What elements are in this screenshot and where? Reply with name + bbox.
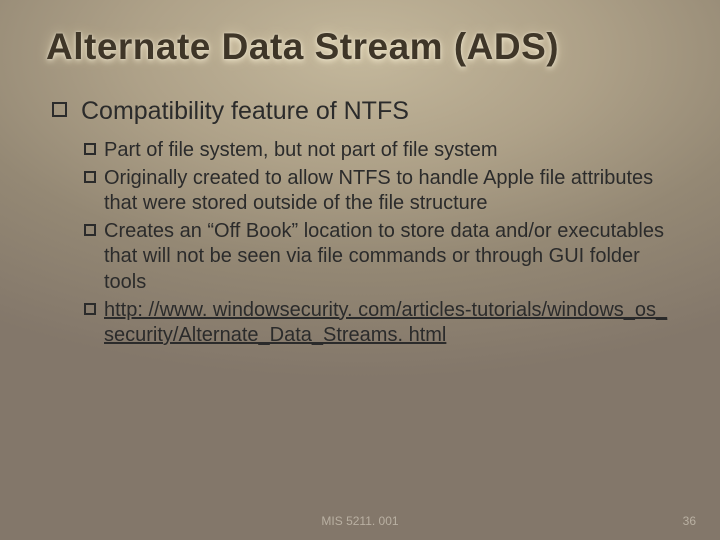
bullet-level1-text: Compatibility feature of NTFS: [81, 96, 409, 126]
bullet-level2-group: Part of file system, but not part of fil…: [84, 138, 674, 349]
bullet-level1: Compatibility feature of NTFS: [52, 96, 674, 126]
square-bullet-icon: [52, 102, 67, 117]
bullet-level2-text: Creates an “Off Book” location to store …: [104, 219, 674, 296]
bullet-level2-text: Part of file system, but not part of fil…: [104, 138, 498, 164]
square-bullet-icon: [84, 224, 96, 236]
square-bullet-icon: [84, 171, 96, 183]
bullet-level2: Creates an “Off Book” location to store …: [84, 219, 674, 296]
bullet-level2: Part of file system, but not part of fil…: [84, 138, 674, 164]
slide-title: Alternate Data Stream (ADS): [46, 26, 674, 68]
bullet-level2: Originally created to allow NTFS to hand…: [84, 166, 674, 217]
bullet-level2-link: http: //www. windowsecurity. com/article…: [84, 298, 674, 349]
footer-course-code: MIS 5211. 001: [0, 514, 720, 528]
link-text[interactable]: http: //www. windowsecurity. com/article…: [104, 298, 674, 349]
bullet-level2-text: Originally created to allow NTFS to hand…: [104, 166, 674, 217]
slide: Alternate Data Stream (ADS) Compatibilit…: [0, 0, 720, 540]
square-bullet-icon: [84, 143, 96, 155]
square-bullet-icon: [84, 303, 96, 315]
footer-page-number: 36: [683, 514, 696, 528]
